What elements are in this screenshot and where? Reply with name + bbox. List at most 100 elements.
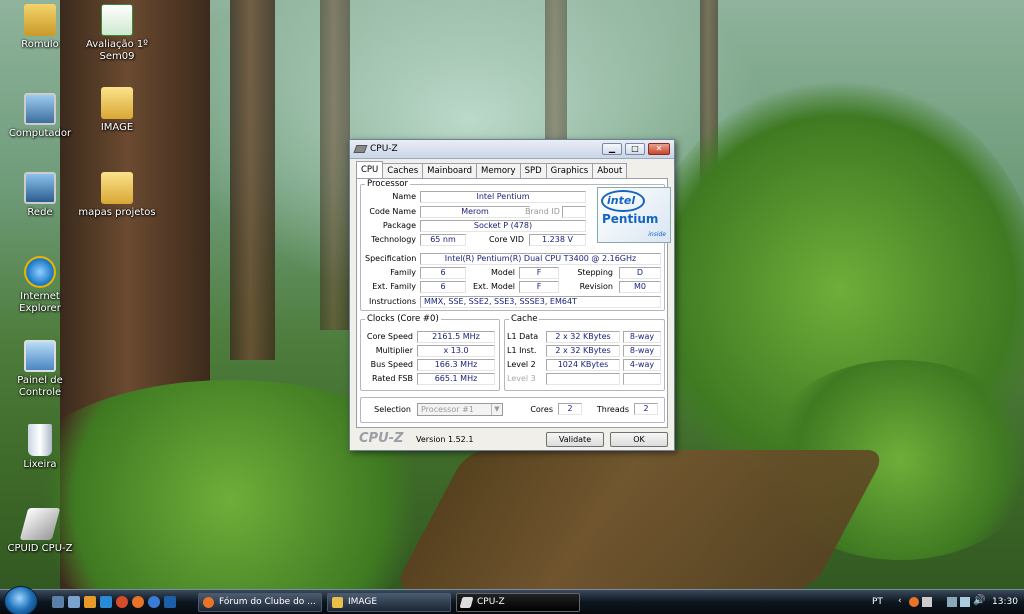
internet-explorer-icon[interactable]: [164, 596, 176, 608]
maximize-button[interactable]: □: [625, 143, 645, 155]
technology-label: Technology: [371, 235, 416, 244]
desktop-icon-internet-explorer[interactable]: Internet Explorer: [0, 256, 80, 315]
cores-label: Cores: [530, 405, 553, 414]
extmodel-value: F: [519, 281, 559, 293]
media-player-icon[interactable]: [84, 596, 96, 608]
taskbar: Fórum do Clube do ... IMAGE CPU-Z PT ‹ 🔊…: [0, 586, 1024, 614]
corevid-label: Core VID: [488, 235, 524, 244]
tab-about[interactable]: About: [592, 163, 628, 178]
core-speed-value: 2161.5 MHz: [417, 331, 495, 343]
processor-select-value: Processor #1: [421, 405, 474, 414]
intel-pentium-logo: intel Pentium inside: [597, 187, 671, 243]
package-value: Socket P (478): [420, 220, 586, 232]
desktop-icon-avaliacao[interactable]: Avaliação 1º Sem09: [77, 4, 157, 63]
tab-memory[interactable]: Memory: [476, 163, 521, 178]
firefox-icon[interactable]: [132, 596, 144, 608]
cache-row-label: Level 3: [507, 374, 536, 383]
browser-icon[interactable]: [148, 596, 160, 608]
folder-icon: [101, 172, 133, 204]
instructions-value: MMX, SSE, SSE2, SSE3, SSSE3, EM64T: [420, 296, 661, 308]
core-speed-label: Core Speed: [366, 332, 413, 341]
extfamily-value: 6: [420, 281, 466, 293]
tray-app-icon[interactable]: [922, 597, 932, 607]
logo-product: Pentium: [602, 212, 659, 226]
window-footer: CPU-Z Version 1.52.1 Validate OK: [350, 430, 674, 450]
task-cpu-z[interactable]: CPU-Z: [456, 593, 580, 612]
cache-row-label: L1 Data: [507, 332, 539, 341]
cache-row-way: 8-way: [623, 345, 661, 357]
validate-button[interactable]: Validate: [546, 432, 604, 447]
desktop-icon-lixeira[interactable]: Lixeira: [0, 424, 80, 471]
close-button[interactable]: ✕: [648, 143, 670, 155]
language-indicator[interactable]: PT: [872, 597, 883, 607]
task-image[interactable]: IMAGE: [327, 593, 451, 612]
tab-graphics[interactable]: Graphics: [545, 163, 594, 178]
internet-explorer-icon[interactable]: [100, 596, 112, 608]
volume-icon[interactable]: 🔊: [973, 595, 985, 606]
desktop-icon-computador[interactable]: Computador: [0, 93, 80, 140]
desktop-icon-mapas-projetos[interactable]: mapas projetos: [77, 172, 157, 219]
cpu-tab-panel: Processor Name Intel Pentium Code Name M…: [356, 178, 671, 428]
stepping-value: D: [619, 267, 661, 279]
control-panel-icon: [24, 340, 56, 372]
desktop-icon-label: Avaliação 1º Sem09: [86, 39, 148, 62]
extfamily-label: Ext. Family: [372, 282, 416, 291]
cores-value: 2: [558, 403, 582, 415]
name-value: Intel Pentium: [420, 191, 586, 203]
tab-caches[interactable]: Caches: [382, 163, 424, 178]
folder-icon: [332, 597, 343, 608]
specification-value: Intel(R) Pentium(R) Dual CPU T3400 @ 2.1…: [420, 253, 661, 265]
technology-value: 65 nm: [420, 234, 466, 246]
minimize-button[interactable]: ▁: [602, 143, 622, 155]
window-titlebar[interactable]: CPU-Z ▁ □ ✕: [350, 140, 674, 159]
revision-value: M0: [619, 281, 661, 293]
tray-app-icon[interactable]: [909, 597, 919, 607]
desktop-icon-image[interactable]: IMAGE: [77, 87, 157, 134]
task-label: Fórum do Clube do ...: [219, 597, 316, 607]
network-icon[interactable]: [947, 597, 957, 607]
task-label: CPU-Z: [477, 597, 505, 607]
chrome-icon[interactable]: [116, 596, 128, 608]
network-icon[interactable]: [960, 597, 970, 607]
network-icon: [24, 172, 56, 204]
bus-speed-value: 166.3 MHz: [417, 359, 495, 371]
tab-mainboard[interactable]: Mainboard: [422, 163, 478, 178]
chevron-left-icon[interactable]: ‹: [898, 596, 902, 606]
start-button[interactable]: [4, 586, 38, 614]
instructions-label: Instructions: [369, 297, 416, 306]
show-desktop-icon[interactable]: [52, 596, 64, 608]
tab-cpu[interactable]: CPU: [356, 161, 384, 178]
rated-fsb-label: Rated FSB: [372, 374, 413, 383]
cache-legend: Cache: [511, 314, 538, 324]
desktop-icon-cpuid-cpu-z[interactable]: CPUID CPU-Z: [0, 508, 80, 555]
threads-label: Threads: [596, 405, 629, 414]
recycle-bin-icon: [28, 424, 52, 456]
desktop-icon-romulo[interactable]: Romulo: [0, 4, 80, 51]
multiplier-value: x 13.0: [417, 345, 495, 357]
desktop-icon-label: mapas projetos: [78, 207, 156, 218]
logo-tag: inside: [648, 231, 666, 238]
family-label: Family: [390, 268, 416, 277]
user-folder-icon: [24, 4, 56, 36]
tab-spd[interactable]: SPD: [519, 163, 547, 178]
system-tray: PT ‹ 🔊 13:30: [854, 590, 1024, 614]
task-forum-clube[interactable]: Fórum do Clube do ...: [198, 593, 322, 612]
computer-icon: [24, 93, 56, 125]
tab-bar: CPU Caches Mainboard Memory SPD Graphics…: [356, 161, 628, 178]
desktop-icon-painel-de-controle[interactable]: Painel de Controle: [0, 340, 80, 399]
processor-select[interactable]: Processor #1 ▼: [417, 403, 503, 416]
family-value: 6: [420, 267, 466, 279]
package-label: Package: [382, 221, 416, 230]
internet-explorer-icon: [24, 256, 56, 288]
model-value: F: [519, 267, 559, 279]
codename-value: Merom: [420, 206, 530, 218]
desktop-icon-label: Rede: [27, 207, 53, 218]
clock[interactable]: 13:30: [992, 597, 1018, 607]
cache-row-way: [623, 373, 661, 385]
tree-trunk: [230, 0, 275, 360]
desktop-icon-rede[interactable]: Rede: [0, 172, 80, 219]
ok-button[interactable]: OK: [610, 432, 668, 447]
cache-row-size: 2 x 32 KBytes: [546, 331, 620, 343]
switch-windows-icon[interactable]: [68, 596, 80, 608]
folder-icon: [101, 87, 133, 119]
